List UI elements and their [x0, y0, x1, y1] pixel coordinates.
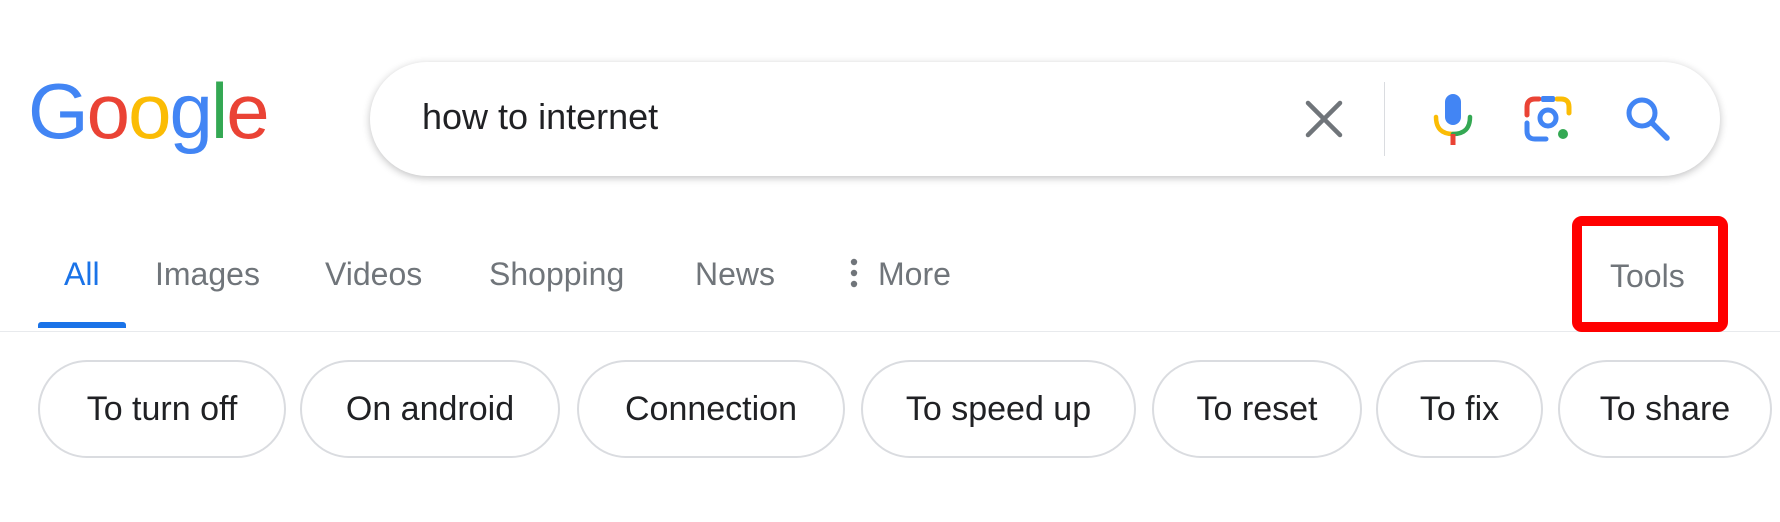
logo-letter: g [169, 67, 212, 155]
google-logo[interactable]: Google [28, 67, 270, 155]
logo-letter: o [128, 67, 171, 155]
search-submit-button[interactable] [1622, 93, 1672, 143]
tab-all[interactable]: All [64, 256, 100, 293]
search-icon [1626, 97, 1670, 141]
close-icon [1305, 100, 1343, 138]
search-divider [1384, 82, 1385, 156]
chip-to-share[interactable]: To share [1558, 360, 1772, 458]
chip-to-reset[interactable]: To reset [1152, 360, 1362, 458]
logo-letter: l [210, 67, 228, 155]
chip-to-speed-up[interactable]: To speed up [861, 360, 1136, 458]
tools-button[interactable]: Tools [1610, 258, 1685, 295]
chip-on-android[interactable]: On android [300, 360, 560, 458]
tab-shopping[interactable]: Shopping [489, 256, 624, 293]
tabs-divider [0, 331, 1780, 332]
clear-button[interactable] [1300, 95, 1348, 143]
camera-lens-icon [1524, 96, 1572, 142]
vertical-dots-icon [850, 258, 858, 296]
search-tabs: All Images Videos Shopping News More [38, 232, 1738, 330]
search-input[interactable]: how to internet [422, 96, 658, 138]
tab-more-label: More [878, 256, 951, 292]
microphone-icon [1433, 94, 1473, 145]
logo-letter: o [86, 67, 130, 155]
tab-videos[interactable]: Videos [325, 256, 422, 293]
logo-letter: G [28, 67, 89, 155]
logo-letter: e [226, 67, 269, 155]
chip-connection[interactable]: Connection [577, 360, 845, 458]
search-box[interactable]: how to internet [370, 62, 1720, 176]
chip-to-turn-off[interactable]: To turn off [38, 360, 286, 458]
tab-more[interactable]: More [850, 256, 951, 296]
voice-search-button[interactable] [1425, 91, 1481, 147]
chip-to-fix[interactable]: To fix [1376, 360, 1543, 458]
tab-news[interactable]: News [695, 256, 775, 293]
tab-images[interactable]: Images [155, 256, 260, 293]
image-search-button[interactable] [1522, 93, 1574, 145]
active-tab-indicator [38, 322, 126, 328]
